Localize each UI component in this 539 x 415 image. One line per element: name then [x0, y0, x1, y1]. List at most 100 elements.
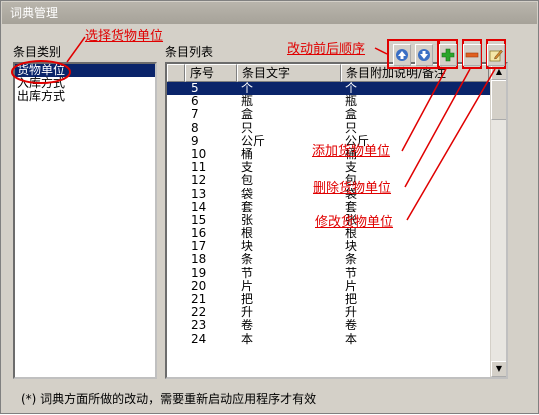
- edit-icon: [489, 49, 503, 62]
- row-indicator: [167, 122, 185, 135]
- table-row[interactable]: 22 升 升: [167, 306, 506, 319]
- move-up-button[interactable]: [393, 44, 411, 66]
- row-indicator-header: [167, 64, 185, 82]
- cell-note: 节: [345, 266, 358, 280]
- cell-index: 17: [191, 240, 207, 254]
- row-indicator: [167, 174, 185, 187]
- callout-line-select: [66, 36, 86, 63]
- category-label: 条目类别: [13, 45, 62, 59]
- cell-note: 卷: [345, 319, 358, 333]
- category-listbox[interactable]: 货物单位 入库方式 出库方式: [13, 62, 157, 379]
- cell-index: 18: [191, 253, 207, 267]
- annotation-add: 添加货物单位: [312, 144, 391, 159]
- cell-text: 瓶: [241, 95, 254, 109]
- cell-text: 个: [241, 82, 254, 95]
- cell-index: 11: [191, 161, 207, 175]
- cell-index: 23: [191, 319, 207, 333]
- add-button[interactable]: [439, 44, 457, 66]
- callout-line-reorder: [374, 47, 388, 55]
- row-indicator: [167, 333, 185, 346]
- scroll-down-icon[interactable]: ▼: [491, 361, 506, 377]
- row-indicator: [167, 227, 185, 240]
- scroll-thumb[interactable]: [491, 80, 506, 120]
- row-indicator: [167, 148, 185, 161]
- entry-list-label: 条目列表: [165, 45, 214, 59]
- table-row[interactable]: 7 盒 盒: [167, 108, 506, 121]
- cell-index: 22: [191, 306, 207, 320]
- cell-text: 条: [241, 253, 254, 267]
- cell-text: 本: [241, 332, 254, 346]
- cell-index: 9: [191, 134, 199, 148]
- row-indicator: [167, 240, 185, 253]
- table-row[interactable]: 6 瓶 瓶: [167, 95, 506, 108]
- cell-index: 14: [191, 200, 207, 214]
- annotation-select-unit: 选择货物单位: [85, 29, 164, 44]
- row-indicator: [167, 306, 185, 319]
- cell-text: 卷: [241, 319, 254, 333]
- cell-text: 把: [241, 293, 254, 306]
- cell-note: 本: [345, 332, 358, 346]
- table-row[interactable]: 24 本 本: [167, 333, 506, 346]
- row-indicator: [167, 201, 185, 214]
- vertical-scrollbar[interactable]: ▲ ▼: [490, 64, 506, 377]
- annotation-edit: 修改货物单位: [315, 215, 394, 230]
- edit-button[interactable]: [487, 44, 505, 66]
- delete-button[interactable]: [463, 44, 481, 66]
- cell-note: 个: [345, 82, 358, 95]
- category-item[interactable]: 出库方式: [15, 90, 155, 103]
- cell-note: 条: [345, 253, 358, 267]
- row-indicator: [167, 82, 185, 95]
- cell-index: 12: [191, 174, 207, 188]
- move-down-button[interactable]: [415, 44, 433, 66]
- cell-index: 8: [191, 121, 199, 135]
- cell-index: 20: [191, 279, 207, 293]
- cell-note: 把: [345, 293, 358, 306]
- row-indicator: [167, 267, 185, 280]
- arrow-down-icon: [418, 49, 430, 61]
- row-indicator: [167, 319, 185, 332]
- cell-text: 片: [241, 279, 254, 293]
- cell-index: 10: [191, 147, 207, 161]
- cell-index: 16: [191, 227, 207, 241]
- table-row[interactable]: 18 条 条: [167, 253, 506, 266]
- cell-index: 21: [191, 293, 207, 306]
- table-row[interactable]: 8 只 只: [167, 122, 506, 135]
- row-indicator: [167, 161, 185, 174]
- arrow-up-icon: [396, 49, 408, 61]
- table-row[interactable]: 5 个 个: [167, 82, 506, 96]
- cell-note: 块: [345, 240, 358, 254]
- cell-index: 7: [191, 108, 199, 122]
- cell-text: 只: [241, 121, 254, 135]
- restart-note: (*) 词典方面所做的改动，需要重新启动应用程序才有效: [21, 392, 317, 406]
- cell-text: 支: [241, 161, 254, 175]
- table-row[interactable]: 23 卷 卷: [167, 319, 506, 332]
- cell-text: 升: [241, 306, 254, 320]
- cell-note: 支: [345, 161, 358, 175]
- table-row[interactable]: 20 片 片: [167, 280, 506, 293]
- table-row[interactable]: 17 块 块: [167, 240, 506, 253]
- table-row[interactable]: 19 节 节: [167, 267, 506, 280]
- annotation-reorder: 改动前后顺序: [287, 42, 366, 57]
- cell-index: 13: [191, 187, 207, 201]
- row-indicator: [167, 214, 185, 227]
- column-header-text[interactable]: 条目文字: [237, 64, 341, 82]
- row-indicator: [167, 95, 185, 108]
- annotation-delete: 删除货物单位: [313, 181, 392, 196]
- column-header-index[interactable]: 序号: [185, 64, 237, 82]
- cell-index: 6: [191, 95, 199, 109]
- row-indicator: [167, 135, 185, 148]
- cell-index: 19: [191, 266, 207, 280]
- row-indicator: [167, 253, 185, 266]
- plus-icon: [441, 48, 455, 62]
- row-indicator: [167, 293, 185, 306]
- cell-index: 15: [191, 213, 207, 227]
- cell-note: 升: [345, 306, 358, 320]
- table-row[interactable]: 21 把 把: [167, 293, 506, 306]
- table-row[interactable]: 11 支 支: [167, 161, 506, 174]
- cell-note: 只: [345, 121, 358, 135]
- row-indicator: [167, 280, 185, 293]
- row-indicator: [167, 188, 185, 201]
- cell-note: 盒: [345, 108, 358, 122]
- cell-text: 盒: [241, 108, 254, 122]
- dictionary-window: 词典管理 条目类别 条目列表 货物单位 入库方式 出库方式 序号 条目文字 条目附加…: [0, 0, 539, 414]
